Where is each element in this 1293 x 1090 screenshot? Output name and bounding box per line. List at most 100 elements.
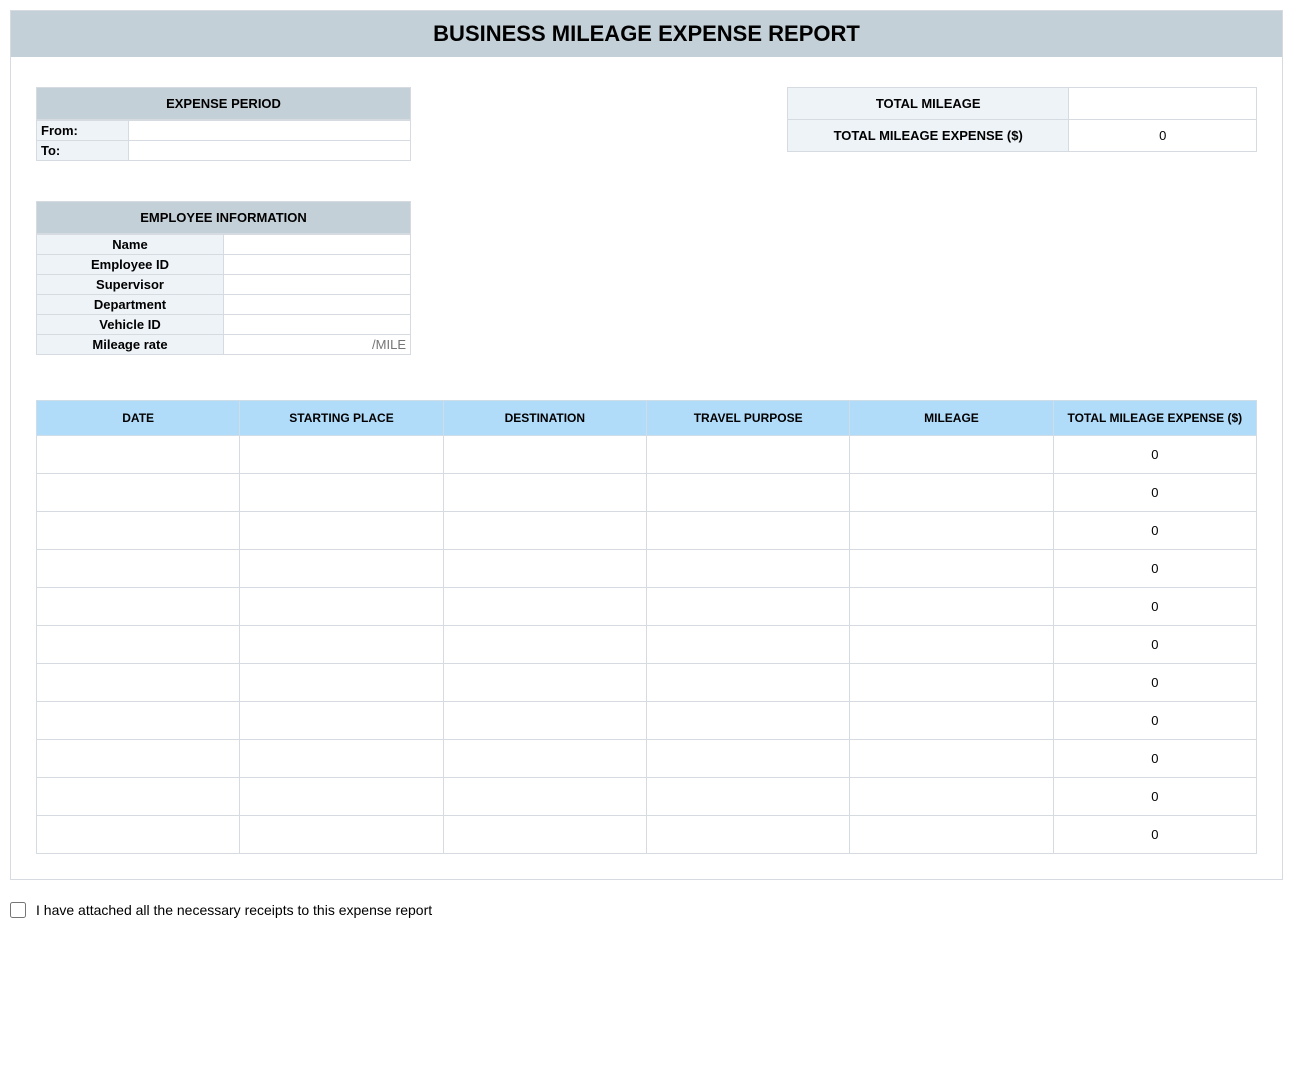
log-input-mileage[interactable] bbox=[854, 476, 1048, 509]
log-input-purpose[interactable] bbox=[651, 476, 845, 509]
total-expense-value: 0 bbox=[1069, 120, 1257, 152]
log-input-dest[interactable] bbox=[448, 780, 642, 813]
log-input-date[interactable] bbox=[41, 818, 235, 851]
log-input-mileage[interactable] bbox=[854, 514, 1048, 547]
employee-vehicle-input[interactable] bbox=[228, 317, 406, 332]
log-input-start[interactable] bbox=[244, 780, 438, 813]
employee-vehicle-cell bbox=[224, 315, 411, 335]
log-input-mileage[interactable] bbox=[854, 666, 1048, 699]
employee-name-input[interactable] bbox=[228, 237, 406, 252]
log-input-start[interactable] bbox=[244, 628, 438, 661]
log-input-mileage[interactable] bbox=[854, 704, 1048, 737]
log-input-start[interactable] bbox=[244, 742, 438, 775]
page-title: BUSINESS MILEAGE EXPENSE REPORT bbox=[11, 11, 1282, 57]
log-input-dest[interactable] bbox=[448, 438, 642, 471]
employee-rate-row: Mileage rate bbox=[37, 335, 411, 355]
log-input-purpose[interactable] bbox=[651, 590, 845, 623]
log-input-purpose[interactable] bbox=[651, 628, 845, 661]
log-input-date[interactable] bbox=[41, 704, 235, 737]
log-input-start[interactable] bbox=[244, 818, 438, 851]
log-cell-dest bbox=[443, 740, 646, 778]
log-input-mileage[interactable] bbox=[854, 780, 1048, 813]
log-input-dest[interactable] bbox=[448, 666, 642, 699]
log-cell-dest bbox=[443, 626, 646, 664]
employee-department-cell bbox=[224, 295, 411, 315]
employee-name-label: Name bbox=[37, 235, 224, 255]
log-input-purpose[interactable] bbox=[651, 742, 845, 775]
employee-id-row: Employee ID bbox=[37, 255, 411, 275]
log-input-dest[interactable] bbox=[448, 552, 642, 585]
log-input-start[interactable] bbox=[244, 552, 438, 585]
log-cell-dest bbox=[443, 702, 646, 740]
log-cell-date bbox=[37, 626, 240, 664]
log-input-dest[interactable] bbox=[448, 628, 642, 661]
log-input-mileage[interactable] bbox=[854, 438, 1048, 471]
employee-department-input[interactable] bbox=[228, 297, 406, 312]
log-cell-mileage bbox=[850, 550, 1053, 588]
log-input-date[interactable] bbox=[41, 514, 235, 547]
table-row: 0 bbox=[37, 474, 1257, 512]
log-input-purpose[interactable] bbox=[651, 514, 845, 547]
log-input-date[interactable] bbox=[41, 476, 235, 509]
expense-period-to-input[interactable] bbox=[133, 143, 406, 158]
log-input-dest[interactable] bbox=[448, 704, 642, 737]
log-input-date[interactable] bbox=[41, 438, 235, 471]
table-row: 0 bbox=[37, 778, 1257, 816]
log-input-mileage[interactable] bbox=[854, 590, 1048, 623]
log-input-date[interactable] bbox=[41, 590, 235, 623]
total-mileage-row: TOTAL MILEAGE bbox=[788, 88, 1257, 120]
receipts-checkbox[interactable] bbox=[10, 902, 26, 918]
employee-id-input[interactable] bbox=[228, 257, 406, 272]
log-input-start[interactable] bbox=[244, 704, 438, 737]
employee-rate-input[interactable] bbox=[228, 337, 406, 352]
table-row: 0 bbox=[37, 550, 1257, 588]
log-cell-mileage bbox=[850, 702, 1053, 740]
log-cell-start bbox=[240, 436, 443, 474]
log-input-dest[interactable] bbox=[448, 514, 642, 547]
log-cell-mileage bbox=[850, 626, 1053, 664]
log-input-start[interactable] bbox=[244, 476, 438, 509]
log-input-date[interactable] bbox=[41, 666, 235, 699]
log-input-date[interactable] bbox=[41, 628, 235, 661]
log-cell-purpose bbox=[646, 740, 849, 778]
log-input-start[interactable] bbox=[244, 514, 438, 547]
table-row: 0 bbox=[37, 816, 1257, 854]
log-cell-purpose bbox=[646, 664, 849, 702]
log-input-mileage[interactable] bbox=[854, 628, 1048, 661]
table-row: 0 bbox=[37, 664, 1257, 702]
log-cell-start bbox=[240, 816, 443, 854]
log-input-start[interactable] bbox=[244, 438, 438, 471]
log-input-purpose[interactable] bbox=[651, 666, 845, 699]
log-input-date[interactable] bbox=[41, 780, 235, 813]
log-cell-dest bbox=[443, 816, 646, 854]
log-cell-total: 0 bbox=[1053, 588, 1256, 626]
employee-supervisor-label: Supervisor bbox=[37, 275, 224, 295]
log-input-purpose[interactable] bbox=[651, 552, 845, 585]
log-input-dest[interactable] bbox=[448, 590, 642, 623]
log-input-dest[interactable] bbox=[448, 818, 642, 851]
log-input-date[interactable] bbox=[41, 552, 235, 585]
log-cell-mileage bbox=[850, 664, 1053, 702]
employee-supervisor-input[interactable] bbox=[228, 277, 406, 292]
log-input-purpose[interactable] bbox=[651, 818, 845, 851]
employee-info-header: EMPLOYEE INFORMATION bbox=[36, 201, 411, 234]
expense-period-from-row: From: bbox=[37, 121, 411, 141]
log-input-purpose[interactable] bbox=[651, 780, 845, 813]
log-input-start[interactable] bbox=[244, 590, 438, 623]
log-cell-purpose bbox=[646, 436, 849, 474]
log-input-date[interactable] bbox=[41, 742, 235, 775]
expense-period-from-input[interactable] bbox=[133, 123, 406, 138]
log-input-dest[interactable] bbox=[448, 742, 642, 775]
log-cell-start bbox=[240, 550, 443, 588]
log-input-mileage[interactable] bbox=[854, 552, 1048, 585]
log-input-purpose[interactable] bbox=[651, 438, 845, 471]
log-cell-start bbox=[240, 740, 443, 778]
log-cell-total: 0 bbox=[1053, 436, 1256, 474]
log-input-purpose[interactable] bbox=[651, 704, 845, 737]
employee-department-row: Department bbox=[37, 295, 411, 315]
log-input-dest[interactable] bbox=[448, 476, 642, 509]
log-input-mileage[interactable] bbox=[854, 742, 1048, 775]
log-input-start[interactable] bbox=[244, 666, 438, 699]
log-body: 00000000000 bbox=[37, 436, 1257, 854]
log-input-mileage[interactable] bbox=[854, 818, 1048, 851]
